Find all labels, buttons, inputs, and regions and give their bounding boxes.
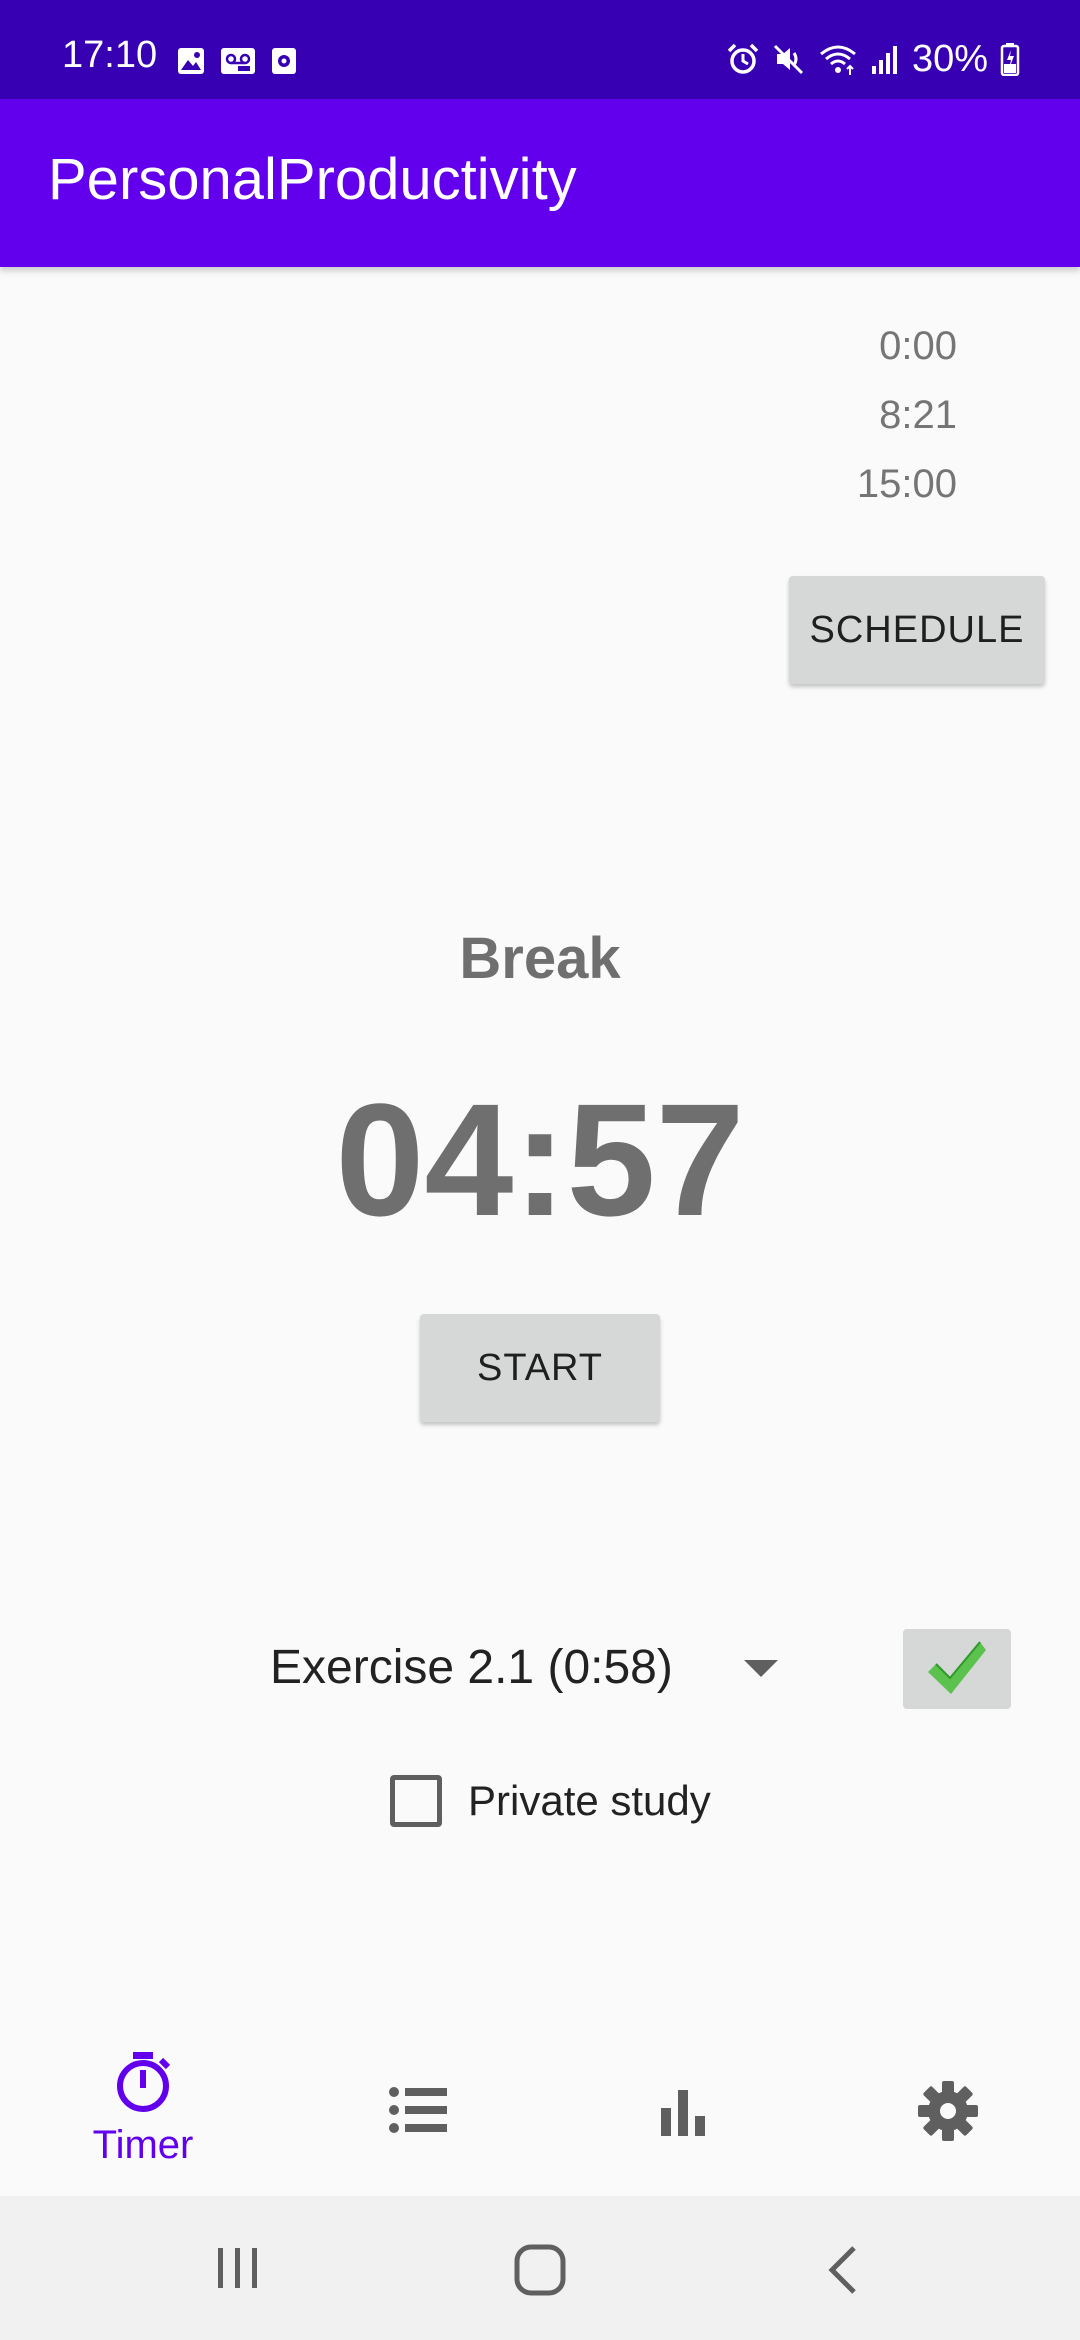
alarm-icon (727, 43, 759, 74)
status-bar: 17:10 30% (0, 0, 1080, 99)
timer-display: 04:57 (335, 1070, 745, 1249)
mute-icon (773, 44, 803, 75)
nav-item-list[interactable] (284, 2008, 554, 2196)
recents-icon[interactable] (214, 2244, 262, 2292)
bar-chart-icon (661, 2090, 705, 2136)
private-study-checkbox[interactable] (390, 1775, 442, 1827)
back-icon[interactable] (826, 2244, 860, 2296)
status-system-icons: 30% (726, 40, 1020, 78)
media-icon (272, 48, 296, 74)
status-notification-icons (176, 46, 298, 76)
voicemail-icon (221, 48, 255, 74)
checkmark-icon (928, 1641, 986, 1694)
start-button[interactable]: START (420, 1314, 660, 1422)
nav-item-settings[interactable] (813, 2008, 1080, 2196)
system-navigation-bar (0, 2196, 1080, 2340)
private-study-label: Private study (468, 1777, 711, 1824)
private-study-row[interactable]: Private study (390, 1770, 711, 1832)
list-icon (389, 2087, 447, 2133)
nav-item-timer[interactable]: Timer (8, 2008, 278, 2196)
dropdown-arrow-icon (744, 1660, 778, 1677)
app-title: PersonalProductivity (48, 147, 577, 212)
image-icon (178, 48, 204, 74)
schedule-time: 0:00 (879, 324, 957, 368)
nav-item-statistics[interactable] (548, 2008, 818, 2196)
app-bar: PersonalProductivity (0, 99, 1080, 267)
status-time: 17:10 (62, 34, 158, 76)
schedule-time: 8:21 (879, 393, 957, 437)
task-dropdown[interactable]: Exercise 2.1 (0:58) (250, 1630, 790, 1710)
battery-icon (1000, 43, 1020, 76)
signal-icon (871, 46, 897, 74)
timer-mode-label: Break (459, 926, 621, 991)
stopwatch-icon (117, 2052, 171, 2112)
screen: 17:10 30% PersonalProductivity 0:00 8:21… (0, 0, 1080, 2340)
schedule-button[interactable]: SCHEDULE (789, 576, 1045, 684)
confirm-task-button[interactable] (903, 1629, 1011, 1709)
schedule-time: 15:00 (856, 462, 957, 506)
bottom-navigation: Timer (0, 2008, 1080, 2196)
gear-icon (918, 2081, 978, 2141)
nav-label-timer: Timer (92, 2123, 194, 2167)
home-icon[interactable] (514, 2244, 566, 2296)
wifi-icon (819, 45, 856, 75)
battery-percent: 30% (911, 38, 988, 80)
task-dropdown-value: Exercise 2.1 (0:58) (270, 1641, 673, 1694)
